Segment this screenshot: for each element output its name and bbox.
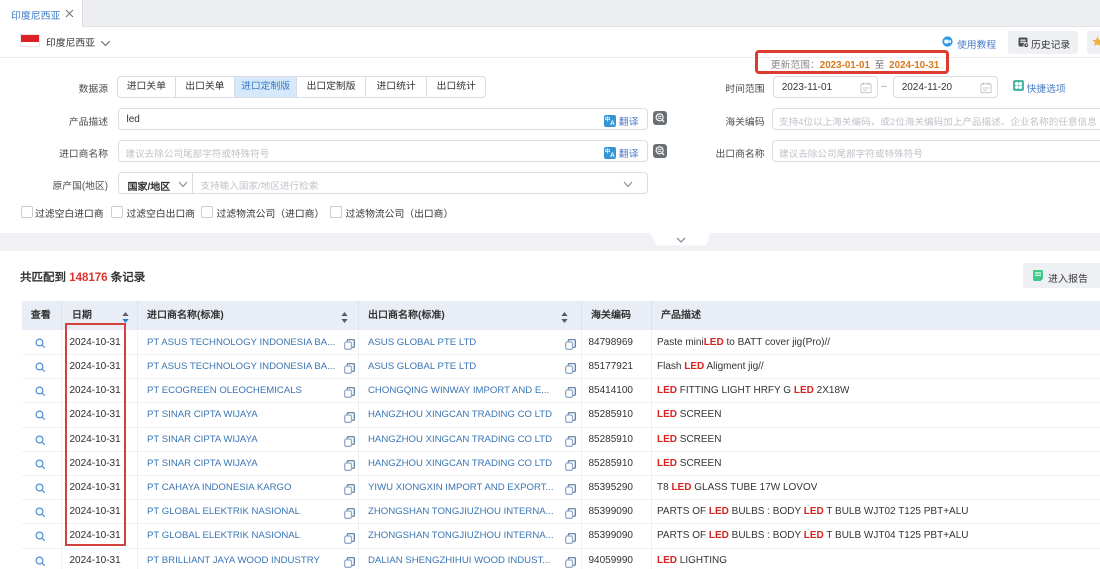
svg-text:A: A xyxy=(610,120,615,127)
svg-text:A: A xyxy=(610,152,615,159)
